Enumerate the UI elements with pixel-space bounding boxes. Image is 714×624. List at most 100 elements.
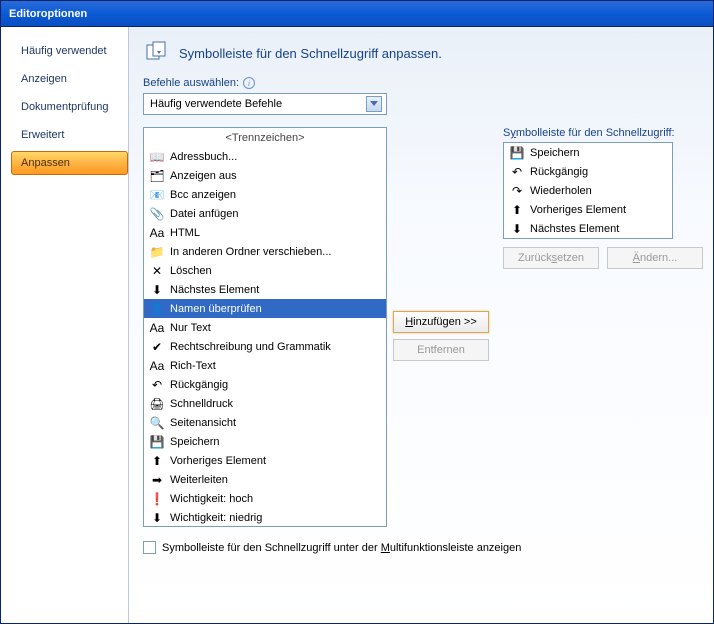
qat-icon: ↷ <box>508 183 526 199</box>
command-label: Adressbuch... <box>170 151 237 163</box>
command-icon: 👤 <box>148 301 166 317</box>
command-label: Anzeigen aus <box>170 170 237 182</box>
command-item[interactable]: AaRich-Text <box>144 356 386 375</box>
sidebar-item-häufig-verwendet[interactable]: Häufig verwendet <box>11 39 128 63</box>
command-item[interactable]: 💾 Speichern <box>144 432 386 451</box>
panel-header: Symbolleiste für den Schnellzugriff anpa… <box>143 39 703 67</box>
command-item[interactable]: ➡Weiterleiten <box>144 470 386 489</box>
command-label: Wichtigkeit: niedrig <box>170 512 262 524</box>
bottom-buttons: Zurücksetzen Ändern... <box>503 247 703 269</box>
qat-icon: 💾 <box>508 145 526 161</box>
command-item[interactable]: 📧 Bcc anzeigen <box>144 185 386 204</box>
command-icon: ⬆ <box>148 453 166 469</box>
quick-access-listbox[interactable]: 💾 Speichern ↶Rückgängig ↷ Wiederholen ⬆ Vorher… <box>503 142 673 239</box>
qat-item[interactable]: ↶Rückgängig <box>504 162 672 181</box>
qat-item[interactable]: ⬇Nächstes Element <box>504 219 672 238</box>
command-icon: 📎 <box>148 206 166 222</box>
command-icon: 📁 <box>148 244 166 260</box>
qat-label: Nächstes Element <box>530 223 619 235</box>
command-icon: ↶ <box>148 377 166 393</box>
modify-button: Ändern... <box>607 247 703 269</box>
checkbox-icon[interactable] <box>143 541 156 554</box>
command-icon: ❗ <box>148 491 166 507</box>
sidebar-item-anzeigen[interactable]: Anzeigen <box>11 67 128 91</box>
command-label: Löschen <box>170 265 212 277</box>
checkbox-label: Symbolleiste für den Schnellzugriff unte… <box>162 542 521 554</box>
command-icon: Aa <box>148 320 166 336</box>
window-title: Editoroptionen <box>9 8 87 20</box>
command-label: Wichtigkeit: hoch <box>170 493 253 505</box>
command-label: Rückgängig <box>170 379 228 391</box>
command-item[interactable]: 📎 Datei anfügen <box>144 204 386 223</box>
quick-access-label: Symbolleiste für den Schnellzugriff: <box>503 127 703 139</box>
lists-row: <Trennzeichen> 📖 Adressbuch... 🗂 Anzeigen au… <box>143 127 703 527</box>
qat-label: Wiederholen <box>530 185 592 197</box>
command-item[interactable]: ⬇ Nächstes Element <box>144 280 386 299</box>
qat-item[interactable]: ⬆ Vorheriges Element <box>504 200 672 219</box>
main-panel: Symbolleiste für den Schnellzugriff anpa… <box>129 27 713 623</box>
qat-label: Vorheriges Element <box>530 204 626 216</box>
panel-title: Symbolleiste für den Schnellzugriff anpa… <box>179 46 442 61</box>
command-icon: 🗂 <box>148 168 166 184</box>
sidebar-item-erweitert[interactable]: Erweitert <box>11 123 128 147</box>
command-item[interactable]: 🖨Schnelldruck <box>144 394 386 413</box>
command-label: Rich-Text <box>170 360 216 372</box>
middle-buttons: Hinzufügen >> Entfernen <box>387 127 495 361</box>
qat-icon: ⬆ <box>508 202 526 218</box>
command-icon: ⬇ <box>148 510 166 526</box>
commands-category-dropdown[interactable]: Häufig verwendete Befehle <box>143 93 387 115</box>
command-label: Nächstes Element <box>170 284 259 296</box>
sidebar-nav: Häufig verwendet Anzeigen Dokumentprüfung E… <box>1 27 129 623</box>
command-icon: 🔍 <box>148 415 166 431</box>
command-icon: 📖 <box>148 149 166 165</box>
command-item[interactable]: ⬇ Wichtigkeit: niedrig <box>144 508 386 527</box>
command-icon: ➡ <box>148 472 166 488</box>
command-label: Vorheriges Element <box>170 455 266 467</box>
command-label: HTML <box>170 227 200 239</box>
reset-button: Zurücksetzen <box>503 247 599 269</box>
command-label: Rechtschreibung und Grammatik <box>170 341 331 353</box>
command-item[interactable]: ↶ Rückgängig <box>144 375 386 394</box>
show-below-ribbon-row[interactable]: Symbolleiste für den Schnellzugriff unte… <box>143 541 703 554</box>
command-item[interactable]: 📁 In anderen Ordner verschieben... <box>144 242 386 261</box>
customize-icon <box>143 39 171 67</box>
command-item[interactable]: 🔍 Seitenansicht <box>144 413 386 432</box>
command-icon: 🖨 <box>148 396 166 412</box>
command-item[interactable]: 📖 Adressbuch... <box>144 147 386 166</box>
choose-commands-label: Befehle auswählen: i <box>143 77 703 89</box>
command-icon: ✕ <box>148 263 166 279</box>
dropdown-value: Häufig verwendete Befehle <box>150 98 282 110</box>
add-button[interactable]: Hinzufügen >> <box>393 311 489 333</box>
qat-item[interactable]: ↷ Wiederholen <box>504 181 672 200</box>
command-item[interactable]: 🗂 Anzeigen aus <box>144 166 386 185</box>
command-item[interactable]: ✕ Löschen <box>144 261 386 280</box>
chevron-down-icon[interactable] <box>366 96 382 112</box>
command-label: Bcc anzeigen <box>170 189 236 201</box>
sidebar-item-anpassen[interactable]: Anpassen <box>11 151 128 175</box>
command-item[interactable]: Aa Nur Text <box>144 318 386 337</box>
command-item[interactable]: Aa HTML <box>144 223 386 242</box>
qat-label: Speichern <box>530 147 580 159</box>
command-icon: 📧 <box>148 187 166 203</box>
qat-item[interactable]: 💾 Speichern <box>504 143 672 162</box>
command-label: Datei anfügen <box>170 208 239 220</box>
command-item[interactable]: 👤 Namen überprüfen <box>144 299 386 318</box>
command-item[interactable]: ✔Rechtschreibung und Grammatik <box>144 337 386 356</box>
command-item[interactable]: <Trennzeichen> <box>144 128 386 147</box>
sidebar-item-dokumentprüfung[interactable]: Dokumentprüfung <box>11 95 128 119</box>
command-label: Nur Text <box>170 322 211 334</box>
command-label: Speichern <box>170 436 220 448</box>
command-item[interactable]: ⬆ Vorheriges Element <box>144 451 386 470</box>
command-label: In anderen Ordner verschieben... <box>170 246 331 258</box>
command-label: Seitenansicht <box>170 417 236 429</box>
command-icon: 💾 <box>148 434 166 450</box>
command-icon: Aa <box>148 225 166 241</box>
available-commands-listbox[interactable]: <Trennzeichen> 📖 Adressbuch... 🗂 Anzeigen au… <box>143 127 387 527</box>
info-icon[interactable]: i <box>243 77 255 89</box>
qat-icon: ↶ <box>508 164 526 180</box>
right-column: Symbolleiste für den Schnellzugriff: 💾 Sp… <box>503 127 703 269</box>
command-item[interactable]: ❗ Wichtigkeit: hoch <box>144 489 386 508</box>
command-label: Namen überprüfen <box>170 303 262 315</box>
content-area: Häufig verwendet Anzeigen Dokumentprüfung E… <box>1 27 713 623</box>
command-icon: ⬇ <box>148 282 166 298</box>
